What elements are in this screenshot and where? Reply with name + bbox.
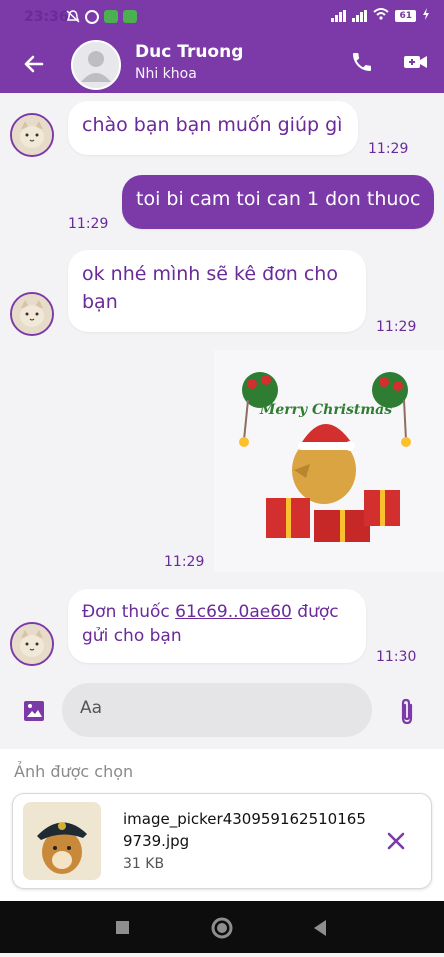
selected-image-label: Ảnh được chọn (14, 762, 134, 781)
cat-avatar-icon (12, 294, 52, 334)
cat-avatar-icon (12, 115, 52, 155)
status-bar: 23:36 61 (0, 0, 444, 34)
mute-icon (66, 10, 80, 23)
sticker-caption: Merry Christmas (259, 402, 392, 418)
attach-button[interactable] (396, 697, 418, 731)
message-bubble-outgoing[interactable]: toi bi cam toi can 1 don thuoc (122, 175, 434, 229)
message-text: ok nhé mình sẽ kê đơn cho bạn (82, 263, 338, 313)
system-icons: 61 (331, 8, 430, 24)
contact-avatar[interactable] (71, 40, 121, 90)
message-bubble-incoming[interactable]: ok nhé mình sẽ kê đơn cho bạn (68, 250, 366, 332)
charging-icon (422, 8, 430, 24)
sender-avatar[interactable] (10, 622, 54, 666)
message-time: 11:29 (376, 319, 417, 335)
file-name: image_picker4309591625101659739.jpg (123, 810, 366, 850)
message-text: chào bạn bạn muốn giúp gì (82, 114, 343, 136)
chat-header: Duc Truong Nhi khoa (0, 34, 444, 93)
message-text: Đơn thuốc (82, 602, 176, 622)
message-time: 11:29 (164, 554, 205, 570)
app-notification-icon (123, 10, 137, 23)
message-time: 11:30 (376, 649, 417, 665)
message-text: toi bi cam toi can 1 don thuoc (136, 188, 421, 210)
gallery-button[interactable] (22, 699, 46, 727)
message-input-container[interactable] (62, 683, 372, 737)
video-call-button[interactable] (403, 50, 429, 78)
message-time: 11:29 (68, 216, 109, 232)
phone-icon (353, 53, 371, 71)
remove-file-button[interactable] (385, 830, 407, 856)
system-navigation-bar (0, 901, 444, 953)
contact-subtitle: Nhi khoa (135, 66, 197, 82)
signal-icon (352, 10, 368, 22)
app-notification-icon (104, 10, 118, 23)
message-input[interactable] (78, 697, 362, 719)
prescription-link[interactable]: 61c69..0ae60 (175, 602, 292, 622)
paperclip-icon (401, 698, 413, 725)
notification-icons (66, 10, 137, 24)
person-icon (81, 51, 111, 82)
back-button[interactable] (18, 48, 50, 80)
message-time: 11:29 (368, 141, 409, 157)
sender-avatar[interactable] (10, 292, 54, 336)
sticker-message[interactable]: Merry Christmas (214, 350, 444, 572)
alarm-icon (85, 10, 99, 24)
cat-avatar-icon (12, 624, 52, 664)
contact-name[interactable]: Duc Truong (135, 42, 243, 62)
message-composer (0, 673, 444, 749)
call-button[interactable] (350, 50, 374, 78)
selected-file-card[interactable]: image_picker4309591625101659739.jpg 31 K… (12, 793, 432, 889)
arrow-left-icon (24, 55, 44, 73)
file-thumbnail (23, 802, 101, 880)
video-camera-icon (404, 56, 427, 68)
close-icon (387, 832, 405, 850)
file-size: 31 KB (123, 856, 165, 872)
message-bubble-incoming[interactable]: Đơn thuốc 61c69..0ae60 được gửi cho bạn (68, 589, 366, 663)
sender-avatar[interactable] (10, 113, 54, 157)
square-icon[interactable] (116, 921, 129, 934)
christmas-sticker-image: Merry Christmas (239, 372, 411, 542)
message-bubble-incoming[interactable]: chào bạn bạn muốn giúp gì (68, 101, 358, 155)
battery-icon: 61 (395, 10, 416, 22)
image-icon (24, 701, 44, 721)
selected-image-panel: Ảnh được chọn image_picker43095916251016… (0, 749, 444, 901)
wifi-icon (373, 8, 390, 24)
status-time: 23:36 (24, 9, 69, 25)
signal-icon (331, 10, 347, 22)
triangle-back-icon[interactable] (314, 920, 326, 936)
dog-image-icon (23, 802, 101, 880)
